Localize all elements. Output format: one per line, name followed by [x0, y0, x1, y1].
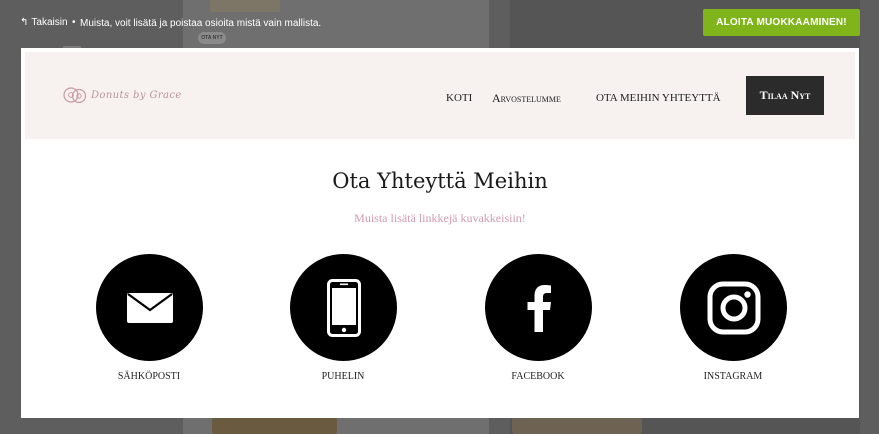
back-link[interactable]: ↰ Takaisin	[20, 17, 68, 28]
donut-logo-icon	[63, 87, 87, 104]
editor-notice: Muista, voit lisätä ja poistaa osioita m…	[80, 18, 322, 29]
background-thumbnail	[212, 418, 337, 434]
nav-contact[interactable]: OTA MEIHIN YHTEYTTÄ	[596, 92, 721, 104]
site-logo[interactable]: Donuts by Grace	[62, 83, 182, 107]
phone-link[interactable]	[290, 254, 397, 361]
contact-subtitle: Muista lisätä linkkejä kuvakkeisiin!	[354, 211, 526, 225]
site-header: Donuts by Grace KOTI Arvostelumme OTA ME…	[25, 52, 855, 139]
editor-toolbar: ↰ Takaisin • Muista, voit lisätä ja poist…	[0, 0, 879, 46]
email-link[interactable]	[96, 254, 203, 361]
instagram-link[interactable]	[680, 254, 787, 361]
envelope-icon	[126, 292, 173, 323]
instagram-icon	[707, 281, 760, 334]
template-preview: Donuts by Grace KOTI Arvostelumme OTA ME…	[21, 48, 859, 418]
facebook-icon	[527, 284, 551, 332]
background-thumbnail	[512, 418, 642, 434]
order-now-button[interactable]: Tilaa Nyt	[746, 76, 824, 115]
instagram-label: INSTAGRAM	[703, 371, 763, 382]
email-label: SÄHKÖPOSTI	[117, 371, 181, 382]
start-editing-button[interactable]: ALOITA MUOKKAAMINEN!	[703, 9, 860, 36]
back-label: Takaisin	[31, 17, 68, 28]
nav-reviews[interactable]: Arvostelumme	[492, 91, 561, 106]
phone-label: PUHELIN	[321, 371, 365, 382]
nav-home[interactable]: KOTI	[446, 92, 472, 104]
separator-dot: •	[72, 17, 76, 28]
back-arrow-icon: ↰	[20, 17, 29, 28]
logo-text: Donuts by Grace	[91, 89, 182, 101]
facebook-link[interactable]	[485, 254, 592, 361]
phone-icon	[326, 278, 361, 337]
facebook-label: FACEBOOK	[511, 371, 565, 382]
contact-title: Ota Yhteyttä Meihin	[332, 169, 548, 193]
